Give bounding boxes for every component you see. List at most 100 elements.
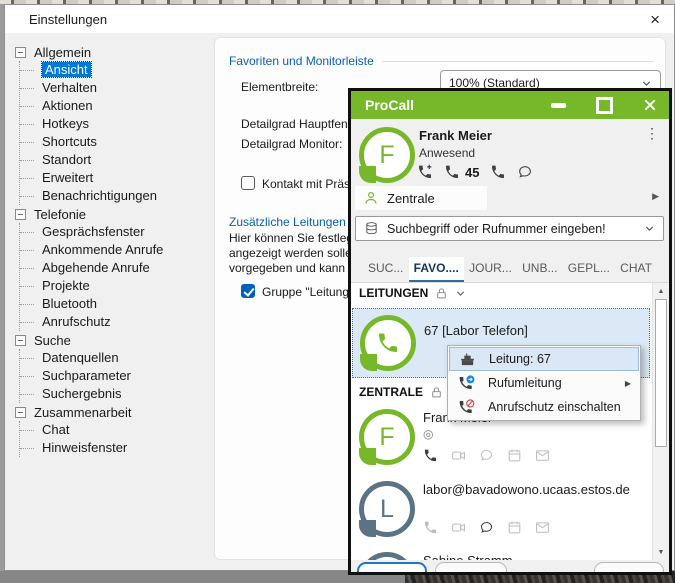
sidebar-item-projekte[interactable]: Projekte <box>20 277 213 295</box>
sidebar-item-zusammenarbeit[interactable]: Zusammenarbeit <box>15 403 213 421</box>
lock-icon <box>430 386 443 399</box>
phone-icon[interactable] <box>490 164 506 180</box>
sidebar-item-allgemein[interactable]: Allgemein <box>15 43 213 61</box>
group-header-leitungen[interactable]: LEITUNGEN <box>359 286 466 300</box>
chevron-down-icon[interactable] <box>455 288 466 299</box>
group-header-zentrale[interactable]: ZENTRALE <box>359 385 461 399</box>
sidebar-item-standort[interactable]: Standort <box>20 151 213 169</box>
leitungen-description-line2: angezeigt werden solle <box>229 246 352 261</box>
call-icon[interactable] <box>423 448 438 463</box>
kontakt-checkbox[interactable] <box>241 176 255 190</box>
procall-window: ProCall F Frank Meier Anwesend 45 ⋮ <box>348 88 672 575</box>
close-icon[interactable] <box>643 98 657 112</box>
procall-titlebar[interactable]: ProCall <box>351 91 669 119</box>
collapse-icon[interactable] <box>15 407 26 418</box>
tab-suche[interactable]: SUC... <box>363 257 408 282</box>
video-call-icon[interactable] <box>451 520 466 535</box>
avatar: F <box>359 409 415 465</box>
sidebar-item-gespraechsfenster[interactable]: Gesprächsfenster <box>20 223 213 241</box>
search-input[interactable]: Suchbegriff oder Rufnummer eingeben! <box>355 216 664 241</box>
section-title-favoriten: Favoriten und Monitorleiste <box>229 54 653 68</box>
sidebar-item-ankommende-anrufe[interactable]: Ankommende Anrufe <box>20 241 213 259</box>
leitungen-description-line3: vorgegeben und kann w <box>229 261 357 276</box>
bottom-tab-button-active[interactable] <box>357 562 427 575</box>
menu-item-rufumleitung[interactable]: Rufumleitung ▶ <box>449 371 639 395</box>
chat-bubble-icon[interactable] <box>479 448 494 463</box>
user-presence-status: Anwesend <box>419 146 475 160</box>
desk-phone-icon <box>459 351 476 368</box>
tab-journal[interactable]: JOUR... <box>464 257 517 282</box>
presence-target-icon: ◎ <box>423 427 433 441</box>
video-call-icon[interactable] <box>451 448 466 463</box>
chevron-down-icon[interactable] <box>644 223 655 234</box>
sidebar-item-chat[interactable]: Chat <box>20 421 213 439</box>
sidebar-item-suchparameter[interactable]: Suchparameter <box>20 367 213 385</box>
procall-tabs: SUC... FAVO.... JOUR... UNB... GEPL... C… <box>351 247 669 282</box>
sidebar-item-datenquellen[interactable]: Datenquellen <box>20 349 213 367</box>
scroll-down-icon[interactable]: ▼ <box>653 544 669 560</box>
sidebar-item-hotkeys[interactable]: Hotkeys <box>20 115 213 133</box>
expand-right-icon[interactable]: ▶ <box>652 191 659 202</box>
chat-bubble-icon[interactable] <box>479 520 494 535</box>
sidebar-item-erweitert[interactable]: Erweitert <box>20 169 213 187</box>
elementbreite-label: Elementbreite: <box>241 80 318 94</box>
bottom-tab-button[interactable] <box>435 562 507 575</box>
phone-icon[interactable] <box>444 164 460 180</box>
mail-icon[interactable] <box>535 448 550 463</box>
bottom-button-bar <box>351 560 669 572</box>
bottom-tab-button[interactable] <box>594 562 664 575</box>
zentrale-row[interactable]: Zentrale ▶ <box>351 186 669 212</box>
sidebar-item-bluetooth[interactable]: Bluetooth <box>20 295 213 313</box>
minimize-icon[interactable] <box>551 103 566 108</box>
settings-nav-tree: Allgemein Ansicht Verhalten Aktionen Hot… <box>15 43 213 457</box>
menu-item-anrufschutz[interactable]: Anrufschutz einschalten <box>449 395 639 419</box>
sidebar-item-telefonie[interactable]: Telefonie <box>15 205 213 223</box>
mail-icon[interactable] <box>535 520 550 535</box>
person-icon <box>363 190 379 206</box>
sidebar-item-hinweisfenster[interactable]: Hinweisfenster <box>20 439 213 457</box>
call-forward-icon <box>458 375 475 392</box>
zentrale-label: Zentrale <box>387 191 435 206</box>
scrollbar[interactable]: ▲ ▼ <box>652 283 669 560</box>
procall-window-title: ProCall <box>365 97 414 113</box>
tab-unbeantwortet[interactable]: UNB... <box>517 257 562 282</box>
chat-bubble-icon[interactable] <box>517 164 533 180</box>
search-placeholder: Suchbegriff oder Rufnummer eingeben! <box>387 222 606 236</box>
collapse-icon[interactable] <box>15 335 26 346</box>
call-pickup-icon[interactable] <box>417 164 433 180</box>
sidebar-item-suche[interactable]: Suche <box>15 331 213 349</box>
tab-chat[interactable]: CHAT <box>615 257 657 282</box>
presence-indicator <box>359 166 376 183</box>
sidebar-item-verhalten[interactable]: Verhalten <box>20 79 213 97</box>
avatar[interactable]: F <box>359 127 415 183</box>
tab-favoriten[interactable]: FAVO.... <box>409 257 464 282</box>
lock-icon <box>435 287 448 300</box>
desktop: Einstellungen × Allgemein Ansicht Verhal… <box>0 0 675 583</box>
sidebar-item-benachrichtigungen[interactable]: Benachrichtigungen <box>20 187 213 205</box>
avatar: L <box>359 481 415 537</box>
sidebar-item-anrufschutz[interactable]: Anrufschutz <box>20 313 213 331</box>
detailgrad-monitor-label: Detailgrad Monitor: <box>241 137 342 151</box>
calendar-icon[interactable] <box>507 520 522 535</box>
collapse-icon[interactable] <box>15 209 26 220</box>
collapse-icon[interactable] <box>15 47 26 58</box>
menu-item-leitung-67[interactable]: Leitung: 67 <box>449 347 639 371</box>
procall-user-header: F Frank Meier Anwesend 45 ⋮ Zentrale ▶ <box>351 119 669 213</box>
call-icon[interactable] <box>423 520 438 535</box>
scroll-up-icon[interactable]: ▲ <box>653 283 669 299</box>
close-icon[interactable]: × <box>650 11 660 28</box>
sidebar-item-shortcuts[interactable]: Shortcuts <box>20 133 213 151</box>
calendar-icon[interactable] <box>507 448 522 463</box>
gruppe-leitungen-checkbox[interactable] <box>241 284 255 298</box>
sidebar-item-abgehende-anrufe[interactable]: Abgehende Anrufe <box>20 259 213 277</box>
line-label: 67 [Labor Telefon] <box>424 323 528 338</box>
sidebar-item-ansicht[interactable]: Ansicht <box>20 61 213 79</box>
contact-labor[interactable]: L labor@bavadowono.ucaas.estos.de <box>351 476 652 548</box>
sidebar-item-aktionen[interactable]: Aktionen <box>20 97 213 115</box>
phone-icon <box>376 331 400 355</box>
maximize-icon[interactable] <box>596 97 613 114</box>
tab-geplant[interactable]: GEPL... <box>563 257 615 282</box>
more-menu-icon[interactable]: ⋮ <box>645 125 659 142</box>
scrollbar-thumb[interactable] <box>655 299 667 447</box>
sidebar-item-suchergebnis[interactable]: Suchergebnis <box>20 385 213 403</box>
